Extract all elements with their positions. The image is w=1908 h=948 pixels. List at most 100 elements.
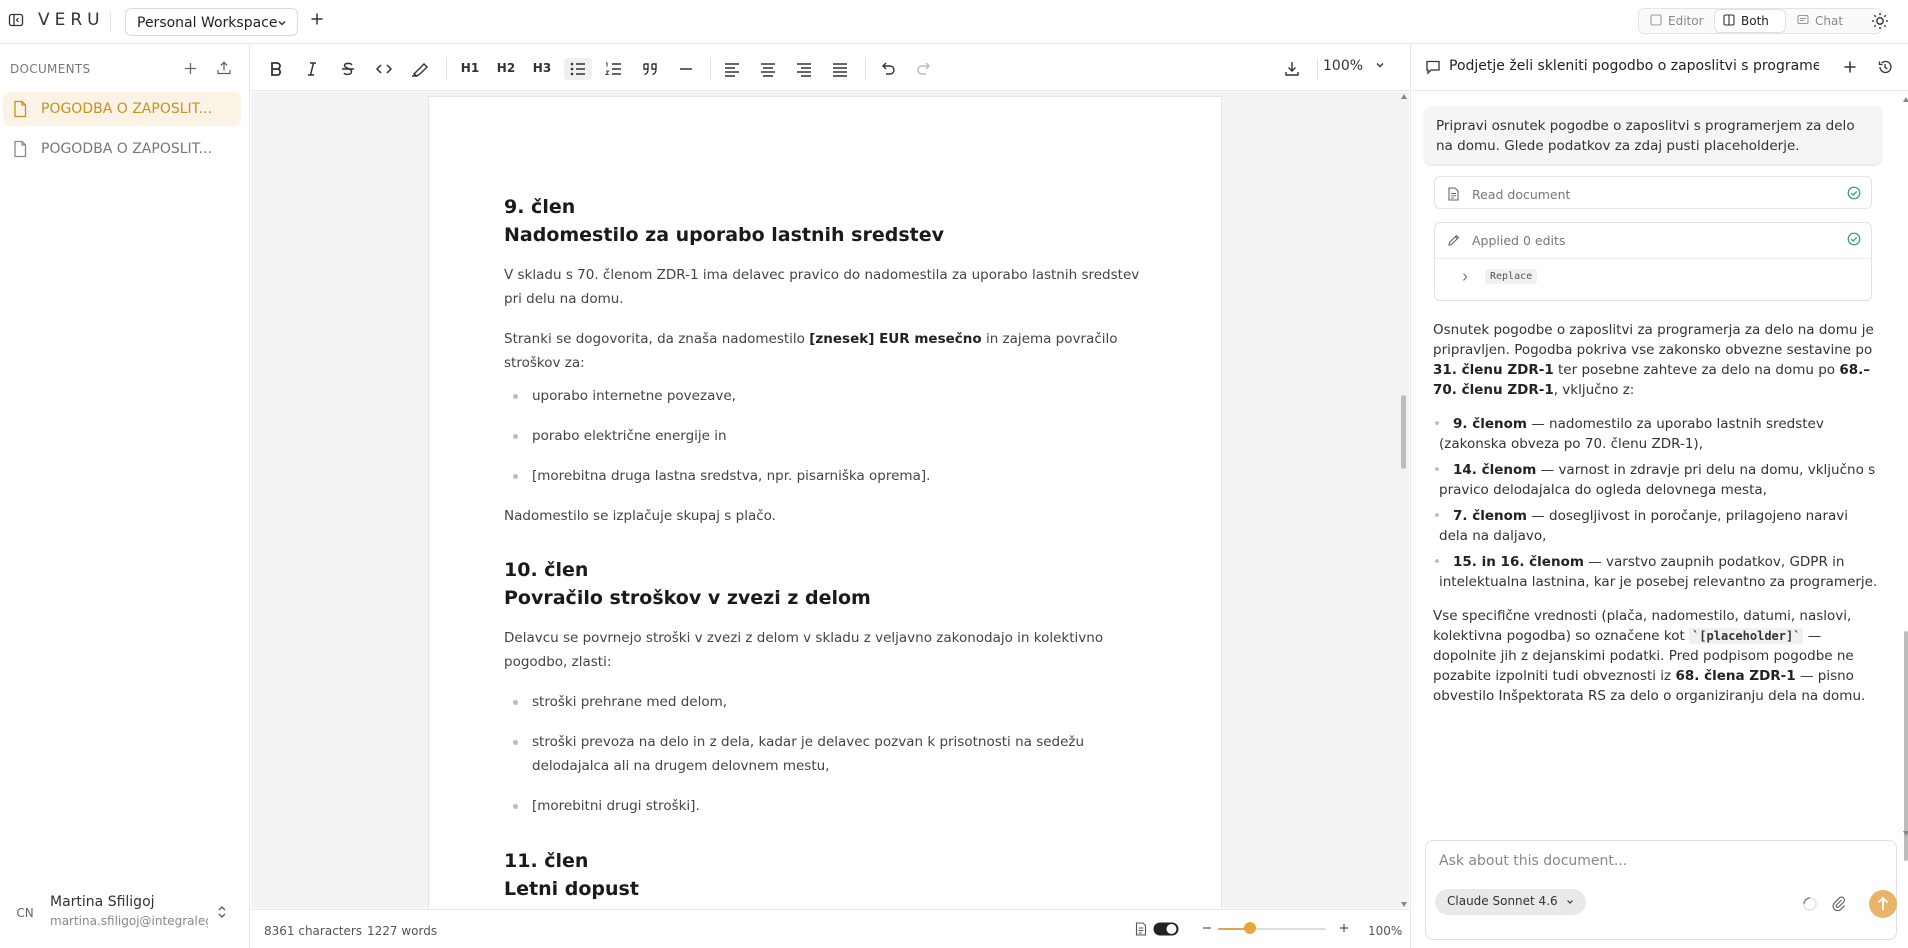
paperclip-icon[interactable] [1831,895,1847,911]
word-count: 1227 words [367,924,438,938]
view-editor-button[interactable]: Editor [1642,10,1712,32]
chevron-up-down-icon[interactable] [216,904,228,920]
document-item[interactable]: POGODBA O ZAPOSLIT... [3,92,241,126]
chevron-right-icon[interactable] [1461,272,1469,282]
sidebar-toggle-icon[interactable] [8,12,28,32]
scroll-up-arrow-icon[interactable] [1401,94,1407,99]
quote-button[interactable] [637,58,663,80]
reply-bullet-list: 9. členom — nadomestilo za uporabo lastn… [1433,414,1879,592]
code-icon [375,64,393,74]
split-view-icon [1723,14,1735,26]
reply-bold: 68. člena ZDR-1 [1675,668,1796,684]
code-button[interactable] [371,58,397,80]
paragraph-bold: [znesek] EUR mesečno [809,331,982,347]
chat-history-icon[interactable] [1877,59,1893,75]
bold-icon [271,62,281,76]
document-item-label: POGODBA O ZAPOSLIT... [41,101,212,117]
bullet-list-button[interactable] [564,58,592,80]
theme-toggle-sun-icon[interactable] [1871,12,1889,30]
workspace-select[interactable]: Personal Workspace [125,8,298,36]
highlight-button[interactable] [407,58,433,80]
heading-2-button[interactable]: H2 [493,58,519,80]
view-chat-button[interactable]: Chat [1789,10,1863,32]
heading-1-button[interactable]: H1 [457,58,483,80]
scroll-down-arrow-icon[interactable] [1903,831,1908,836]
model-select[interactable]: Claude Sonnet 4.6 [1435,889,1586,915]
page-view-toggle[interactable] [1153,922,1179,936]
send-button[interactable] [1869,890,1897,918]
zoom-percentage: 100% [1368,924,1403,938]
numbered-list-button[interactable] [601,58,627,80]
tool-call-read-document[interactable]: Read document [1434,176,1872,209]
align-justify-icon [833,63,847,77]
redo-button[interactable] [911,58,937,80]
new-chat-plus-icon[interactable] [1843,60,1857,74]
user-account[interactable]: CN Martina Sfiligoj martina.sfiligoj@int… [0,888,250,940]
view-both-button[interactable]: Both [1715,10,1785,32]
reply-bullet: 15. in 16. členom — varstvo zaupnih poda… [1433,552,1879,592]
align-center-button[interactable] [755,58,781,80]
heading-3-button[interactable]: H3 [529,58,555,80]
quote-icon [643,63,657,76]
article-title: Povračilo stroškov v zvezi z delom [504,587,871,609]
edit-type-chip[interactable]: Replace [1485,269,1538,284]
tool-call-label: Read document [1472,187,1571,202]
arrow-up-icon [1877,896,1889,910]
zoom-select[interactable]: 100% [1323,58,1385,74]
divider [710,58,711,80]
zoom-out-icon[interactable] [1201,922,1213,934]
scroll-down-arrow-icon[interactable] [1401,902,1407,907]
list-item: [morebitna druga lastna sredstva, npr. p… [504,464,1144,488]
paragraph: V skladu s 70. členom ZDR-1 ima delavec … [504,267,1140,307]
app-logo: VERU [38,10,105,30]
italic-button[interactable] [299,58,325,80]
document-page[interactable]: 9. člen Nadomestilo za uporabo lastnih s… [428,96,1222,908]
reply-bold: 7. členom [1453,508,1527,524]
divider [1435,258,1871,259]
reply-bullet: 9. členom — nadomestilo za uporabo lastn… [1433,414,1879,454]
reply-text: , vključno z: [1553,382,1635,398]
zoom-slider-thumb[interactable] [1244,922,1257,934]
tool-call-applied-edits[interactable]: Applied 0 edits Replace [1434,222,1872,301]
reply-text: ter posebne zahteve za delo na domu po [1553,362,1840,378]
assistant-message: Osnutek pogodbe o zaposlitvi za programe… [1433,320,1879,706]
scroll-up-arrow-icon[interactable] [1903,97,1908,102]
align-center-icon [761,63,775,77]
align-right-button[interactable] [791,58,817,80]
view-chat-label: Chat [1815,14,1844,28]
download-button[interactable] [1279,58,1305,80]
reply-bold: 9. členom [1453,416,1527,432]
chat-scrollbar-thumb[interactable] [1904,631,1908,861]
align-right-icon [797,63,811,77]
chat-input[interactable]: Ask about this document... [1439,853,1627,869]
article-number: 10. člen [504,559,589,581]
reply-text: Osnutek pogodbe o zaposlitvi za programe… [1433,322,1874,358]
divider [110,12,111,32]
chevron-down-icon [1566,898,1574,906]
list-item: stroški prehrane med delom, [504,690,1144,714]
align-justify-button[interactable] [827,58,853,80]
file-icon [14,100,27,118]
strikethrough-icon [342,62,354,76]
assistant-paragraph: Vse specifične vrednosti (plača, nadomes… [1433,606,1879,706]
article-number: 11. člen [504,850,589,872]
zoom-slider[interactable] [1218,927,1326,931]
upload-icon[interactable] [216,60,232,76]
chevron-down-icon [277,18,287,28]
align-left-button[interactable] [719,58,745,80]
strikethrough-button[interactable] [335,58,361,80]
document-item[interactable]: POGODBA O ZAPOSLIT... [3,132,241,166]
editor-scrollbar-thumb[interactable] [1401,395,1406,469]
horizontal-rule-icon [680,68,692,70]
zoom-in-icon[interactable] [1338,922,1350,934]
horizontal-rule-button[interactable] [673,58,699,80]
top-bar: VERU Personal Workspace Editor Both Chat [0,0,1908,44]
page-view-icon[interactable] [1135,922,1147,936]
undo-icon [882,62,895,75]
add-document-plus-icon[interactable] [184,62,197,75]
undo-button[interactable] [875,58,901,80]
new-tab-plus-icon[interactable] [310,12,324,26]
formatting-toolbar: H1 H2 H3 100% [251,45,1409,91]
document-content[interactable]: 9. člen Nadomestilo za uporabo lastnih s… [504,193,1144,903]
bold-button[interactable] [263,58,289,80]
